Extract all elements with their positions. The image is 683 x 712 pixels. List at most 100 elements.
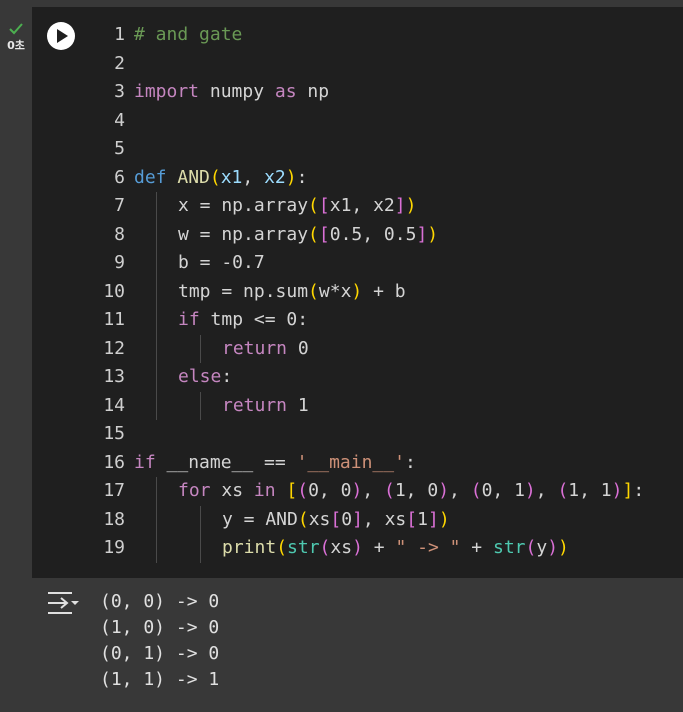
code-editor[interactable]: 1 # and gate 2 3 import numpy as np 4 5 6 def AN… [32, 21, 683, 563]
line-number: 15 [103, 423, 125, 444]
line-number: 11 [103, 309, 125, 330]
code-token: ( [209, 166, 221, 188]
code-line[interactable]: 6 def AND(x1, x2): [32, 164, 683, 193]
code-token: ) [427, 223, 439, 245]
line-number: 19 [103, 537, 125, 558]
line-number: 14 [103, 394, 125, 416]
output-line: (0, 0) -> 0 [100, 591, 220, 612]
code-token: , [449, 480, 471, 501]
code-token: return [222, 337, 288, 359]
code-token: numpy [199, 81, 275, 102]
code-line[interactable]: 8 w = np.array([0.5, 0.5]) [32, 220, 683, 250]
code-token: xs [330, 537, 353, 558]
code-token: ) [405, 195, 417, 216]
code-line[interactable]: 3 import numpy as np [32, 78, 683, 107]
code-token: 1, 0 [394, 480, 439, 501]
code-token: , [242, 166, 265, 188]
indent-guide [156, 363, 157, 392]
code-token: [ [318, 223, 330, 245]
output-toggle-icon[interactable] [46, 590, 80, 620]
code-token: tmp = np.sum [178, 280, 309, 302]
line-number: 4 [114, 109, 125, 131]
code-token: 1, 1 [568, 480, 612, 501]
code-line[interactable]: 13 else: [32, 363, 683, 392]
code-token: ( [308, 223, 319, 245]
check-icon [9, 23, 23, 35]
code-line[interactable]: 12 return 0 [32, 334, 683, 363]
code-line[interactable]: 2 [32, 50, 683, 79]
code-token: ] [427, 508, 439, 530]
code-token: ) [558, 537, 569, 558]
code-line[interactable]: 5 [32, 135, 683, 164]
indent-guide [156, 220, 157, 249]
indent-guide [156, 505, 157, 534]
indent-guide [156, 391, 157, 420]
code-line[interactable]: 19 print(str(xs) + " -> " + str(y)) [32, 534, 683, 563]
code-text: def AND(x1, x2): [134, 164, 307, 193]
code-token: AND [177, 166, 210, 188]
line-number: 17 [103, 480, 125, 501]
code-token: [ [330, 508, 342, 530]
code-line[interactable]: 18 y = AND(xs[0], xs[1]) [32, 505, 683, 535]
code-line[interactable]: 17 for xs in [(0, 0), (1, 0), (0, 1), (1,… [32, 477, 683, 506]
line-number: 10 [103, 280, 125, 302]
code-line[interactable]: 15 [32, 420, 683, 449]
output-line: (0, 1) -> 0 [100, 643, 220, 664]
code-token: x1 [220, 166, 243, 188]
line-number: 18 [103, 508, 125, 530]
code-token: ) [351, 280, 363, 302]
code-token: 1 [287, 394, 309, 416]
code-token: ( [383, 480, 395, 501]
code-text: y = AND(xs[0], xs[1]) [222, 506, 450, 535]
indent-guide [156, 534, 157, 563]
code-token: w*x [318, 280, 352, 302]
code-token: [ [286, 480, 298, 501]
indent-guide [156, 192, 157, 221]
code-token: 0, 0 [308, 480, 352, 501]
code-line[interactable]: 4 [32, 107, 683, 136]
code-line[interactable]: 11 if tmp <= 0: [32, 306, 683, 335]
code-line[interactable]: 9 b = -0.7 [32, 249, 683, 278]
code-token: x = np.array [178, 195, 309, 216]
code-token: + b [362, 280, 406, 302]
output-line: (1, 0) -> 0 [100, 617, 220, 638]
code-token: '__main__' [296, 451, 405, 473]
code-token: __name__ == [155, 451, 297, 473]
code-token: in [253, 480, 276, 501]
code-token: [ [406, 508, 418, 530]
code-token: import [134, 81, 200, 102]
code-token: , [362, 480, 384, 501]
code-token: ( [525, 537, 537, 558]
indent-guide [156, 249, 157, 278]
execution-status: 0초 [2, 22, 30, 53]
code-text: if tmp <= 0: [178, 306, 308, 335]
code-text: else: [178, 363, 232, 392]
code-text: # and gate [134, 21, 242, 50]
code-token: : [296, 166, 308, 188]
code-line[interactable]: 1 # and gate [32, 21, 683, 50]
code-line[interactable]: 16 if __name__ == '__main__': [32, 449, 683, 478]
code-token: str [287, 537, 320, 558]
cell-output: (0, 0) -> 0 (1, 0) -> 0 (0, 1) -> 0 (1, 1) … [32, 578, 683, 712]
code-token: w = np.array [178, 223, 309, 245]
code-token: : [221, 366, 233, 387]
code-token: ] [394, 195, 406, 216]
code-text: w = np.array([0.5, 0.5]) [178, 221, 438, 250]
code-text: tmp = np.sum(w*x) + b [178, 278, 406, 307]
code-token: [ [318, 195, 330, 216]
code-token: ) [351, 480, 363, 501]
code-cell[interactable]: 1 # and gate 2 3 import numpy as np 4 5 6 def AN… [32, 7, 683, 578]
code-token: ( [308, 280, 319, 302]
code-text: print(str(xs) + " -> " + str(y)) [222, 534, 569, 563]
code-line[interactable]: 7 x = np.array([x1, x2]) [32, 192, 683, 221]
code-text: x = np.array([x1, x2]) [178, 192, 416, 221]
code-token: str [492, 537, 526, 558]
code-line[interactable]: 14 return 1 [32, 391, 683, 420]
code-text: for xs in [(0, 0), (1, 0), (0, 1), (1, 1… [178, 477, 644, 506]
code-token: ) [352, 537, 363, 558]
top-bar [0, 0, 683, 7]
code-token: ( [557, 480, 569, 501]
line-number: 12 [103, 337, 125, 359]
code-line[interactable]: 10 tmp = np.sum(w*x) + b [32, 277, 683, 307]
